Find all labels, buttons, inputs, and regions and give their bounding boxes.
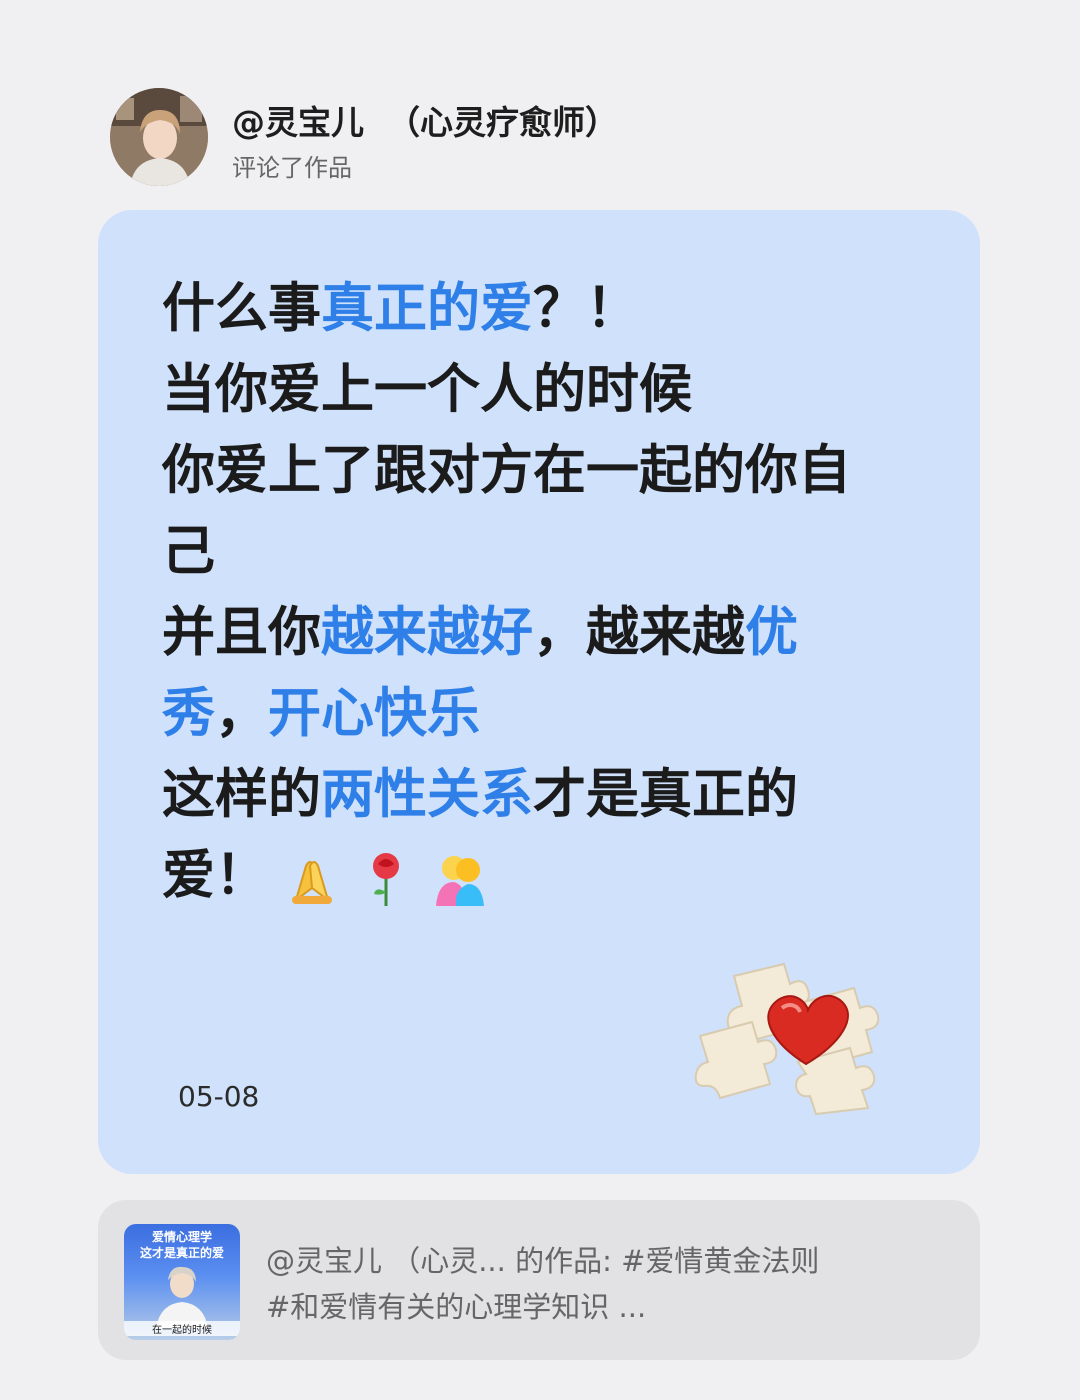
thumbnail-title-line1: 爱情心理学 xyxy=(151,1230,212,1244)
comment-line: 秀，开心快乐 xyxy=(162,673,932,754)
highlighted-phrase[interactable]: 真正的爱 xyxy=(321,278,533,339)
folded-hands-icon xyxy=(282,848,342,908)
comment-phrase: ， xyxy=(215,683,268,744)
action-subtitle: 评论了作品 xyxy=(232,154,352,182)
comment-line: 这样的两性关系才是真正的 xyxy=(162,754,932,835)
thumbnail-title: 爱情心理学 这才是真正的爱 xyxy=(124,1229,240,1261)
comment-phrase: 爱！ xyxy=(162,845,268,906)
comment-header: @灵宝儿 （心灵疗愈师） 评论了作品 xyxy=(110,86,910,196)
highlighted-phrase[interactable]: 越来越好 xyxy=(321,602,533,663)
highlighted-phrase[interactable]: 秀 xyxy=(162,683,215,744)
author-name[interactable]: @灵宝儿 （心灵疗愈师） xyxy=(232,96,618,144)
comment-line: 你爱上了跟对方在一起的你自 xyxy=(162,430,932,511)
comment-phrase: ，越来越 xyxy=(533,602,745,663)
comment-phrase: 才是真正的 xyxy=(533,764,798,825)
quoted-video-card[interactable]: 爱情心理学 这才是真正的爱 在一起的时候 @灵宝儿 （心灵... 的作品: #爱… xyxy=(98,1200,980,1360)
puzzle-heart-icon xyxy=(694,962,880,1116)
thumbnail-title-line2: 这才是真正的爱 xyxy=(139,1246,224,1260)
hug-icon xyxy=(430,848,490,908)
comment-date: 05-08 xyxy=(178,1080,260,1113)
highlighted-phrase[interactable]: 优 xyxy=(745,602,798,663)
highlighted-phrase[interactable]: 开心快乐 xyxy=(268,683,480,744)
comment-line: 并且你越来越好，越来越优 xyxy=(162,592,932,673)
video-thumbnail[interactable]: 爱情心理学 这才是真正的爱 在一起的时候 xyxy=(124,1224,240,1340)
comment-line: 爱！ xyxy=(162,835,932,916)
comment-phrase: ？！ xyxy=(533,278,639,339)
rose-icon xyxy=(356,848,416,908)
comment-phrase: 什么事 xyxy=(162,278,321,339)
comment-phrase: 这样的 xyxy=(162,764,321,825)
comment-line: 己 xyxy=(162,511,932,592)
thumbnail-person-icon xyxy=(156,1266,208,1328)
comment-line: 什么事真正的爱？！ xyxy=(162,268,932,349)
quoted-video-description: @灵宝儿 （心灵... 的作品: #爱情黄金法则 #和爱情有关的心理学知识 ..… xyxy=(266,1238,956,1330)
quote-line-1: @灵宝儿 （心灵... 的作品: #爱情黄金法则 xyxy=(266,1244,820,1278)
comment-phrase: 当你爱上一个人的时候 xyxy=(162,359,692,420)
comment-phrase: 并且你 xyxy=(162,602,321,663)
avatar[interactable] xyxy=(110,88,208,186)
highlighted-phrase[interactable]: 两性关系 xyxy=(321,764,533,825)
comment-phrase: 己 xyxy=(162,521,215,582)
comment-card: 什么事真正的爱？！ 当你爱上一个人的时候你爱上了跟对方在一起的你自己并且你越来越好… xyxy=(98,210,980,1174)
thumbnail-caption: 在一起的时候 xyxy=(124,1321,240,1336)
comment-phrase: 你爱上了跟对方在一起的你自 xyxy=(162,440,851,501)
comment-text: 什么事真正的爱？！ 当你爱上一个人的时候你爱上了跟对方在一起的你自己并且你越来越好… xyxy=(162,268,932,916)
comment-line: 当你爱上一个人的时候 xyxy=(162,349,932,430)
quote-line-2: #和爱情有关的心理学知识 ... xyxy=(266,1290,647,1324)
